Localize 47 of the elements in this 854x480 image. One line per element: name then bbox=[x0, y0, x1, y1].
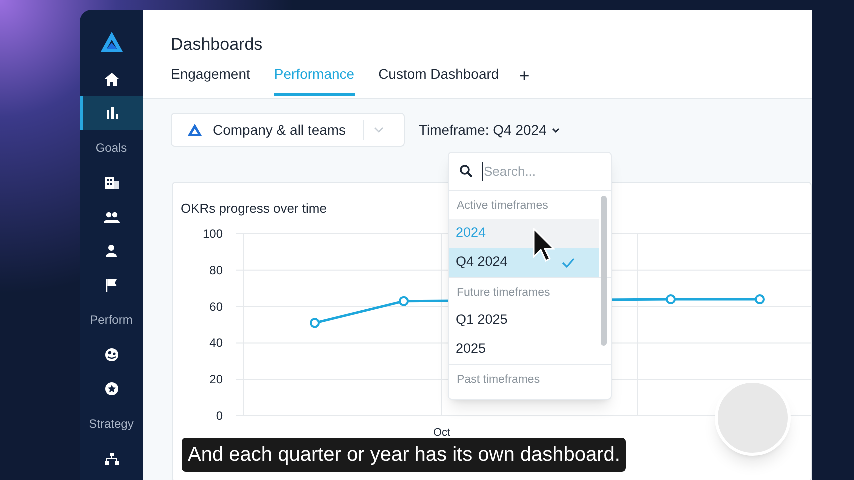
chart-title: OKRs progress over time bbox=[181, 201, 327, 216]
bar-chart-icon bbox=[107, 107, 119, 119]
timeframe-option[interactable]: Q4 2024 bbox=[449, 248, 599, 277]
logo-icon bbox=[188, 124, 202, 136]
axis-tick-label: 100 bbox=[202, 227, 223, 241]
hierarchy-icon bbox=[104, 453, 118, 465]
face-icon bbox=[104, 348, 118, 362]
search-icon bbox=[460, 165, 473, 178]
person-icon bbox=[106, 245, 117, 257]
timeframe-option[interactable]: Q1 2025 bbox=[449, 306, 599, 335]
axis-tick-label: Oct bbox=[433, 427, 451, 439]
page-title: Dashboards bbox=[171, 34, 264, 56]
data-point bbox=[666, 294, 676, 305]
subtitle-caption: And each quarter or year has its own dashboard. bbox=[182, 438, 626, 472]
sidebar-section-label: Perform bbox=[89, 312, 134, 329]
search-field[interactable]: Search... bbox=[482, 162, 602, 182]
axis-tick-label: 20 bbox=[210, 372, 223, 387]
group-header: Active timeframes bbox=[456, 199, 550, 214]
group-header: Past timeframes bbox=[456, 373, 542, 388]
data-point bbox=[399, 296, 409, 306]
timeframe-button[interactable]: Timeframe: Q4 2024 bbox=[419, 120, 560, 140]
check-icon bbox=[562, 258, 575, 268]
chevron-down-icon bbox=[374, 127, 384, 133]
star-icon bbox=[104, 382, 118, 396]
people-icon bbox=[104, 212, 120, 222]
axis-tick-label: 80 bbox=[210, 263, 223, 278]
building-icon bbox=[104, 177, 118, 189]
flag-icon bbox=[106, 278, 117, 292]
tab[interactable]: Custom Dashboard bbox=[378, 64, 500, 96]
chevron-down-icon bbox=[552, 128, 560, 132]
axis-tick-label: 0 bbox=[216, 409, 223, 423]
scrollbar[interactable] bbox=[601, 196, 607, 346]
logo-icon[interactable] bbox=[100, 32, 122, 52]
sidebar-section-label: Goals bbox=[94, 140, 128, 157]
tab[interactable]: Engagement bbox=[171, 64, 250, 96]
timeframe-option[interactable]: 2025 bbox=[449, 335, 599, 364]
group-header: Future timeframes bbox=[456, 286, 552, 301]
cursor-icon bbox=[533, 228, 555, 264]
data-point bbox=[310, 318, 320, 328]
team-select[interactable]: Company & all teams bbox=[171, 113, 405, 147]
add-tab-button[interactable]: + bbox=[519, 66, 530, 96]
home-icon bbox=[104, 72, 118, 86]
sidebar-section-label: Strategy bbox=[88, 416, 135, 433]
axis-tick-label: 40 bbox=[210, 336, 223, 350]
axis-tick-label: 60 bbox=[210, 300, 223, 314]
data-point bbox=[755, 294, 765, 305]
sidebar-item[interactable] bbox=[80, 96, 143, 130]
